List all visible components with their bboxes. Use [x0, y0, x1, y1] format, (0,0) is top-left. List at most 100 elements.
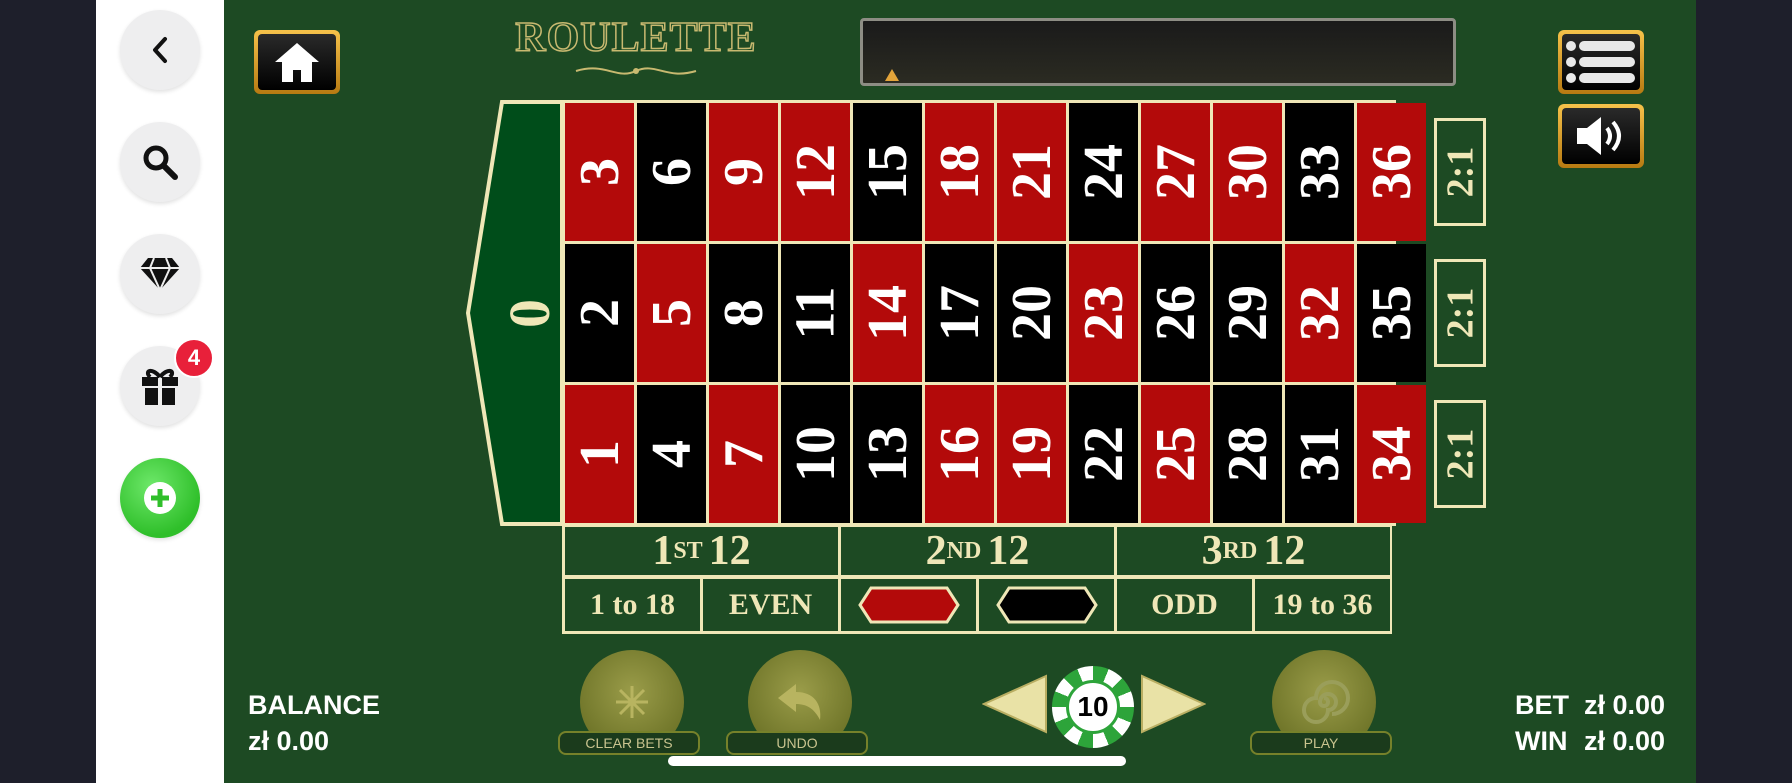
number-cell[interactable]: 6	[637, 103, 706, 241]
dozen-number: 12	[987, 528, 1030, 574]
number-cell[interactable]: 19	[997, 385, 1066, 523]
betting-table: 0 3 6 9 12 15 18 21 24 27 30 33 36 2:1 2 5 8 11 14 17 20 23 2…	[466, 100, 1491, 640]
number-cell[interactable]: 30	[1213, 103, 1282, 241]
bet-value: zł 0.00	[1584, 690, 1666, 720]
number-cell[interactable]: 14	[853, 244, 922, 382]
black-bet[interactable]	[979, 579, 1114, 631]
number-cell[interactable]: 17	[925, 244, 994, 382]
menu-button[interactable]	[1558, 30, 1644, 94]
number-cell[interactable]: 2	[565, 244, 634, 382]
column-bet-label: 2:1	[1439, 428, 1481, 480]
number-cell[interactable]: 36	[1357, 103, 1426, 241]
vip-button[interactable]	[120, 234, 200, 314]
column-bet[interactable]: 2:1	[1429, 385, 1491, 523]
number-cell[interactable]: 10	[781, 385, 850, 523]
undo-icon	[778, 684, 821, 720]
number-cell[interactable]: 31	[1285, 385, 1354, 523]
number-cell[interactable]: 21	[997, 103, 1066, 241]
low-bet[interactable]: 1 to 18	[565, 579, 700, 631]
message-bar	[860, 18, 1456, 86]
number-cell[interactable]: 18	[925, 103, 994, 241]
number-grid: 3 6 9 12 15 18 21 24 27 30 33 36 2:1 2 5 8 11 14 17 20 23 26 2…	[562, 100, 1491, 526]
undo-label[interactable]: UNDO	[726, 731, 868, 755]
high-bet[interactable]: 19 to 36	[1255, 579, 1390, 631]
number-cell[interactable]: 15	[853, 103, 922, 241]
dozen-bet[interactable]: 3 RD 12	[1117, 527, 1390, 575]
number-label: 11	[784, 286, 847, 340]
number-cell[interactable]: 12	[781, 103, 850, 241]
number-label: 21	[1000, 144, 1063, 200]
number-cell[interactable]: 9	[709, 103, 778, 241]
home-indicator	[668, 756, 1126, 766]
number-label: 25	[1144, 426, 1207, 482]
even-bet[interactable]: EVEN	[703, 579, 838, 631]
number-cell[interactable]: 27	[1141, 103, 1210, 241]
speaker-icon	[1577, 117, 1621, 155]
column-bet[interactable]: 2:1	[1429, 103, 1491, 241]
number-cell[interactable]: 23	[1069, 244, 1138, 382]
home-icon	[275, 43, 319, 82]
dozen-suffix: ND	[946, 537, 982, 564]
number-cell[interactable]: 20	[997, 244, 1066, 382]
number-cell[interactable]: 13	[853, 385, 922, 523]
chip-increase-arrow[interactable]	[1140, 674, 1206, 734]
back-button[interactable]	[120, 10, 200, 90]
number-label: 18	[928, 144, 991, 200]
chip-decrease-arrow[interactable]	[982, 674, 1048, 734]
number-label: 23	[1072, 285, 1135, 341]
win-value: zł 0.00	[1584, 726, 1666, 756]
number-label: 13	[856, 426, 919, 482]
number-cell[interactable]: 33	[1285, 103, 1354, 241]
number-cell[interactable]: 3	[565, 103, 634, 241]
number-cell[interactable]: 1	[565, 385, 634, 523]
column-bet[interactable]: 2:1	[1429, 244, 1491, 382]
deposit-button[interactable]	[120, 458, 200, 538]
number-label: 34	[1360, 426, 1423, 482]
app-frame: 4 ROULETTE 0 3 6 9 12 15 18 21 24 27 30 …	[0, 0, 1792, 783]
dozen-bet[interactable]: 2 ND 12	[841, 527, 1114, 575]
number-cell[interactable]: 26	[1141, 244, 1210, 382]
diamond-icon	[140, 257, 180, 292]
number-cell[interactable]: 29	[1213, 244, 1282, 382]
dozen-bet[interactable]: 1 ST 12	[565, 527, 838, 575]
home-button[interactable]	[254, 30, 340, 94]
number-cell[interactable]: 34	[1357, 385, 1426, 523]
zero-label-wrap: 0	[496, 100, 562, 526]
number-cell[interactable]: 8	[709, 244, 778, 382]
low-bet-label: 1 to 18	[590, 588, 675, 621]
number-cell[interactable]: 5	[637, 244, 706, 382]
dozen-ordinal: 1	[652, 528, 674, 574]
number-cell[interactable]: 25	[1141, 385, 1210, 523]
sound-button[interactable]	[1558, 104, 1644, 168]
number-label: 3	[568, 158, 631, 186]
number-label: 9	[712, 158, 775, 186]
red-bet[interactable]	[841, 579, 976, 631]
number-label: 20	[1000, 285, 1063, 341]
zero-label: 0	[496, 298, 562, 328]
number-label: 12	[784, 144, 847, 200]
number-label: 24	[1072, 144, 1135, 200]
search-button[interactable]	[120, 122, 200, 202]
chip-selector[interactable]: 10	[1052, 666, 1134, 748]
gift-button[interactable]: 4	[120, 338, 214, 426]
number-label: 22	[1072, 426, 1135, 482]
number-label: 36	[1360, 144, 1423, 200]
chevron-left-icon	[153, 37, 167, 63]
number-cell[interactable]: 4	[637, 385, 706, 523]
odd-bet[interactable]: ODD	[1117, 579, 1252, 631]
clear-bets-label[interactable]: CLEAR BETS	[558, 731, 700, 755]
play-label[interactable]: PLAY	[1250, 731, 1392, 755]
number-cell[interactable]: 28	[1213, 385, 1282, 523]
number-label: 6	[640, 158, 703, 186]
number-cell[interactable]: 7	[709, 385, 778, 523]
number-cell[interactable]: 32	[1285, 244, 1354, 382]
number-cell[interactable]: 11	[781, 244, 850, 382]
number-cell[interactable]: 22	[1069, 385, 1138, 523]
win-label: WIN	[1515, 726, 1568, 756]
number-cell[interactable]: 16	[925, 385, 994, 523]
number-cell[interactable]: 35	[1357, 244, 1426, 382]
number-label: 5	[640, 299, 703, 327]
number-cell[interactable]: 24	[1069, 103, 1138, 241]
number-label: 33	[1288, 144, 1351, 200]
column-bet-box: 2:1	[1434, 118, 1486, 226]
